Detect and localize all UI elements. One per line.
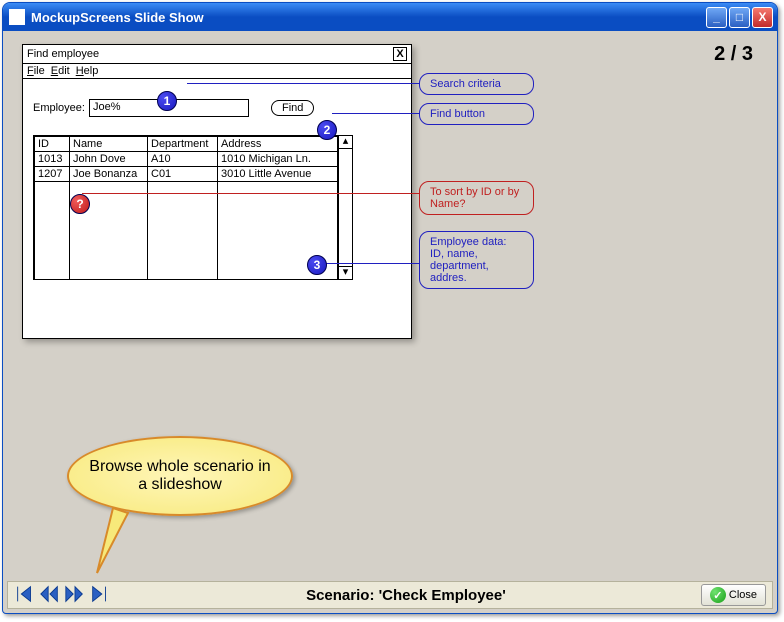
marker-1: 1 [157, 91, 177, 111]
marker-3: 3 [307, 255, 327, 275]
scroll-up-icon[interactable]: ▴ [339, 136, 352, 149]
col-name[interactable]: Name [70, 137, 148, 152]
mock-window: Find employee X File Edit Help Employee:… [22, 44, 412, 339]
slide-area: 2 / 3 Find employee X File Edit Help Emp… [7, 31, 773, 581]
col-dept[interactable]: Department [148, 137, 218, 152]
window-title: MockupScreens Slide Show [31, 10, 204, 25]
titlebar: MockupScreens Slide Show _ □ X [3, 3, 777, 31]
table-row[interactable]: 1207 Joe Bonanza C01 3010 Little Avenue [35, 167, 338, 182]
menu-help[interactable]: Help [76, 65, 99, 77]
connector-line [332, 113, 419, 114]
mock-menu: File Edit Help [23, 64, 411, 79]
maximize-button[interactable]: □ [729, 7, 750, 28]
app-window: MockupScreens Slide Show _ □ X 2 / 3 Fin… [2, 2, 778, 614]
mock-title-text: Find employee [27, 48, 99, 60]
col-id[interactable]: ID [35, 137, 70, 152]
employee-label: Employee: [33, 102, 85, 114]
table-scrollbar[interactable]: ▴ ▾ [338, 136, 352, 279]
callout-sort-question: To sort by ID or by Name? [419, 181, 534, 215]
connector-line [187, 83, 419, 84]
marker-2: 2 [317, 120, 337, 140]
scroll-down-icon[interactable]: ▾ [339, 266, 352, 279]
close-window-button[interactable]: X [752, 7, 773, 28]
mock-close-button[interactable]: X [393, 47, 407, 61]
table-row[interactable]: 1013 John Dove A10 1010 Michigan Ln. [35, 152, 338, 167]
col-addr[interactable]: Address [218, 137, 338, 152]
next-slide-button[interactable] [64, 583, 86, 608]
menu-edit[interactable]: Edit [51, 65, 70, 77]
connector-line [325, 263, 419, 264]
page-counter: 2 / 3 [714, 43, 753, 66]
connector-line [82, 193, 419, 194]
check-icon: ✓ [710, 587, 726, 603]
prev-slide-button[interactable] [39, 583, 61, 608]
callout-search-criteria: Search criteria [419, 73, 534, 95]
mock-titlebar: Find employee X [23, 45, 411, 64]
marker-question: ? [70, 194, 90, 214]
menu-file[interactable]: File [27, 65, 45, 77]
bottom-bar: Scenario: 'Check Employee' ✓ Close [7, 581, 773, 609]
first-slide-button[interactable] [14, 583, 36, 608]
find-button[interactable]: Find [271, 100, 314, 116]
last-slide-button[interactable] [89, 583, 111, 608]
scenario-label: Scenario: 'Check Employee' [111, 587, 701, 604]
callout-find-button: Find button [419, 103, 534, 125]
speech-bubble: Browse whole scenario in a slideshow [67, 436, 293, 516]
close-button[interactable]: ✓ Close [701, 584, 766, 606]
app-icon [9, 9, 25, 25]
callout-employee-data: Employee data: ID, name, department, add… [419, 231, 534, 289]
minimize-button[interactable]: _ [706, 7, 727, 28]
